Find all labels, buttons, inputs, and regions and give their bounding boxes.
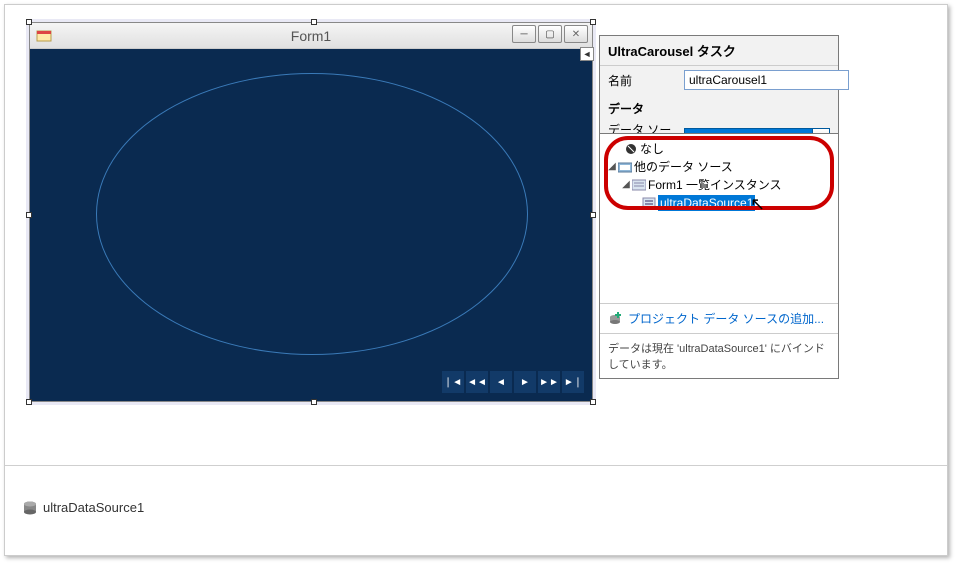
carousel-path-ellipse (96, 73, 528, 355)
add-datasource-row[interactable]: プロジェクト データ ソースの追加... (600, 303, 838, 333)
nav-first-button[interactable]: ❘◄ (442, 371, 464, 393)
tray-component-label: ultraDataSource1 (43, 500, 144, 515)
form-designer-canvas: Form1 ─ ▢ ✕ ❘◄ ◄◄ ◄ ► ►► ►❘ (15, 8, 605, 408)
tree-form-instances-label: Form1 一覧インスタンス (648, 177, 782, 193)
maximize-button[interactable]: ▢ (538, 25, 562, 43)
name-input[interactable] (684, 70, 849, 90)
smart-tag-title: UltraCarousel タスク (600, 36, 838, 66)
window-controls: ─ ▢ ✕ (512, 25, 588, 43)
add-datasource-link[interactable]: プロジェクト データ ソースの追加... (628, 310, 824, 327)
resize-handle[interactable] (590, 212, 596, 218)
tray-component-item[interactable]: ultraDataSource1 (23, 500, 144, 515)
form1-window[interactable]: Form1 ─ ▢ ✕ ❘◄ ◄◄ ◄ ► ►► ►❘ (29, 22, 593, 402)
minimize-button[interactable]: ─ (512, 25, 536, 43)
designer-frame: Form1 ─ ▢ ✕ ❘◄ ◄◄ ◄ ► ►► ►❘ (4, 4, 948, 556)
tree-none-row[interactable]: なし (612, 140, 832, 158)
form-titlebar: Form1 ─ ▢ ✕ (30, 23, 592, 49)
tree-selected-datasource-row[interactable]: ultraDataSource1 (642, 194, 832, 212)
name-label: 名前 (608, 72, 678, 89)
carousel-nav-strip: ❘◄ ◄◄ ◄ ► ►► ►❘ (440, 369, 586, 395)
nav-prev-page-button[interactable]: ◄◄ (466, 371, 488, 393)
binding-status-text: データは現在 'ultraDataSource1' にバインドしています。 (600, 333, 838, 378)
expand-toggle[interactable]: ◢ (606, 159, 618, 175)
ultracarousel-control[interactable]: ❘◄ ◄◄ ◄ ► ►► ►❘ (30, 49, 592, 401)
resize-handle[interactable] (311, 19, 317, 25)
resize-handle[interactable] (590, 399, 596, 405)
nav-last-button[interactable]: ►❘ (562, 371, 584, 393)
resize-handle[interactable] (26, 212, 32, 218)
datasource-tree: なし ◢ 他のデータ ソース ◢ Form1 一覧インスタンス (600, 134, 838, 303)
none-icon (624, 142, 638, 156)
component-tray: ultraDataSource1 (5, 465, 947, 555)
datasource-icon (642, 196, 656, 210)
smart-tag-glyph[interactable]: ◄ (580, 47, 594, 61)
resize-handle[interactable] (311, 399, 317, 405)
resize-handle[interactable] (26, 19, 32, 25)
data-section-label: データ (600, 94, 838, 119)
tree-other-sources-label: 他のデータ ソース (634, 159, 733, 175)
nav-prev-button[interactable]: ◄ (490, 371, 512, 393)
form-list-icon (632, 178, 646, 192)
expand-toggle[interactable]: ◢ (620, 177, 632, 193)
folder-icon (618, 160, 632, 174)
nav-next-button[interactable]: ► (514, 371, 536, 393)
form-title: Form1 (30, 28, 592, 44)
tree-selected-label: ultraDataSource1 (658, 195, 755, 211)
add-icon (608, 312, 622, 326)
resize-handle[interactable] (590, 19, 596, 25)
close-button[interactable]: ✕ (564, 25, 588, 43)
tree-form-instances-row[interactable]: ◢ Form1 一覧インスタンス (620, 176, 832, 194)
database-icon (23, 501, 37, 515)
tree-other-sources-row[interactable]: ◢ 他のデータ ソース (606, 158, 832, 176)
tree-none-label: なし (640, 141, 664, 157)
datasource-dropdown-panel: なし ◢ 他のデータ ソース ◢ Form1 一覧インスタンス (599, 133, 839, 379)
resize-handle[interactable] (26, 399, 32, 405)
name-row: 名前 (600, 66, 838, 94)
nav-next-page-button[interactable]: ►► (538, 371, 560, 393)
